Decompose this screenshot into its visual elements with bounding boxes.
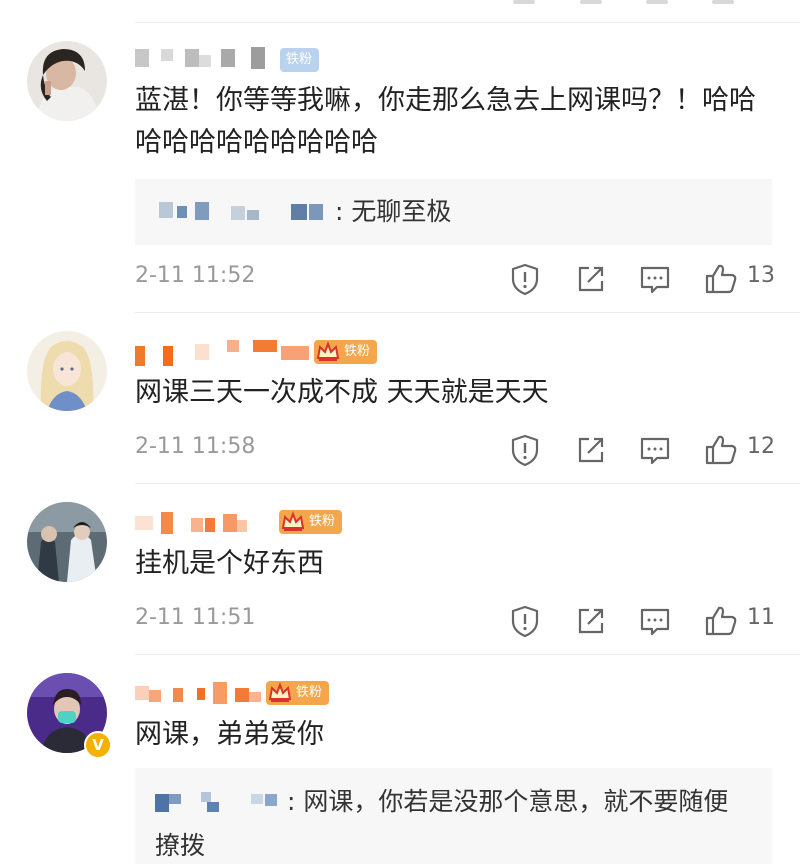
like-icon[interactable] [712, 0, 734, 4]
comment-icon[interactable] [635, 601, 675, 641]
fan-badge: 铁粉 [280, 48, 320, 72]
fan-badge: 铁粉 [266, 681, 330, 705]
like-count: 12 [747, 434, 775, 459]
comment-meta: 2-11 11:51 11 [135, 601, 800, 641]
reply-username[interactable] [155, 790, 285, 816]
like-icon[interactable] [701, 259, 741, 299]
avatar[interactable] [27, 41, 107, 121]
comment-icon[interactable] [635, 430, 675, 470]
report-icon[interactable] [505, 259, 545, 299]
fan-badge: 铁粉 [314, 340, 378, 364]
comment-icon[interactable] [646, 0, 668, 4]
previous-item-actions [0, 0, 800, 22]
comment-text: 挂机是个好东西 [135, 548, 324, 579]
comment-icon[interactable] [635, 259, 675, 299]
fan-badge: 铁粉 [279, 510, 343, 534]
avatar[interactable] [27, 331, 107, 411]
timestamp: 2-11 11:52 [135, 263, 256, 288]
report-icon[interactable] [505, 601, 545, 641]
crown-icon [281, 511, 305, 531]
share-icon[interactable] [571, 601, 611, 641]
reply-username[interactable] [155, 200, 333, 226]
comment-text: 蓝湛！你等等我嘛，你走那么急去上网课吗？！哈哈哈哈哈哈哈哈哈哈哈 [135, 85, 756, 158]
like-count: 11 [747, 605, 775, 630]
report-icon[interactable] [513, 0, 535, 4]
share-icon[interactable] [571, 259, 611, 299]
comment-meta: 2-11 11:52 13 [135, 259, 800, 299]
comment-text: 网课三天一次成不成 天天就是天天 [135, 377, 549, 408]
reply-box[interactable]: : 无聊至极 [135, 179, 772, 245]
reply-text: 无聊至极 [351, 197, 452, 226]
reply-box[interactable]: : 网课，你若是没那个意思，就不要随便撩拨 [135, 768, 772, 864]
timestamp: 2-11 11:51 [135, 605, 256, 630]
crown-icon [316, 341, 340, 361]
crown-icon [268, 682, 292, 702]
share-icon[interactable] [580, 0, 602, 4]
like-icon[interactable] [701, 430, 741, 470]
timestamp: 2-11 11:58 [135, 434, 256, 459]
report-icon[interactable] [505, 430, 545, 470]
comment-text: 网课，弟弟爱你 [135, 719, 324, 750]
like-icon[interactable] [701, 601, 741, 641]
divider [135, 483, 800, 484]
comment-meta: 2-11 11:58 12 [135, 430, 800, 470]
avatar[interactable] [27, 502, 107, 582]
share-icon[interactable] [571, 430, 611, 470]
divider [135, 22, 800, 23]
divider [135, 654, 800, 655]
divider [135, 312, 800, 313]
verified-badge: V [84, 731, 112, 759]
like-count: 13 [747, 263, 775, 288]
